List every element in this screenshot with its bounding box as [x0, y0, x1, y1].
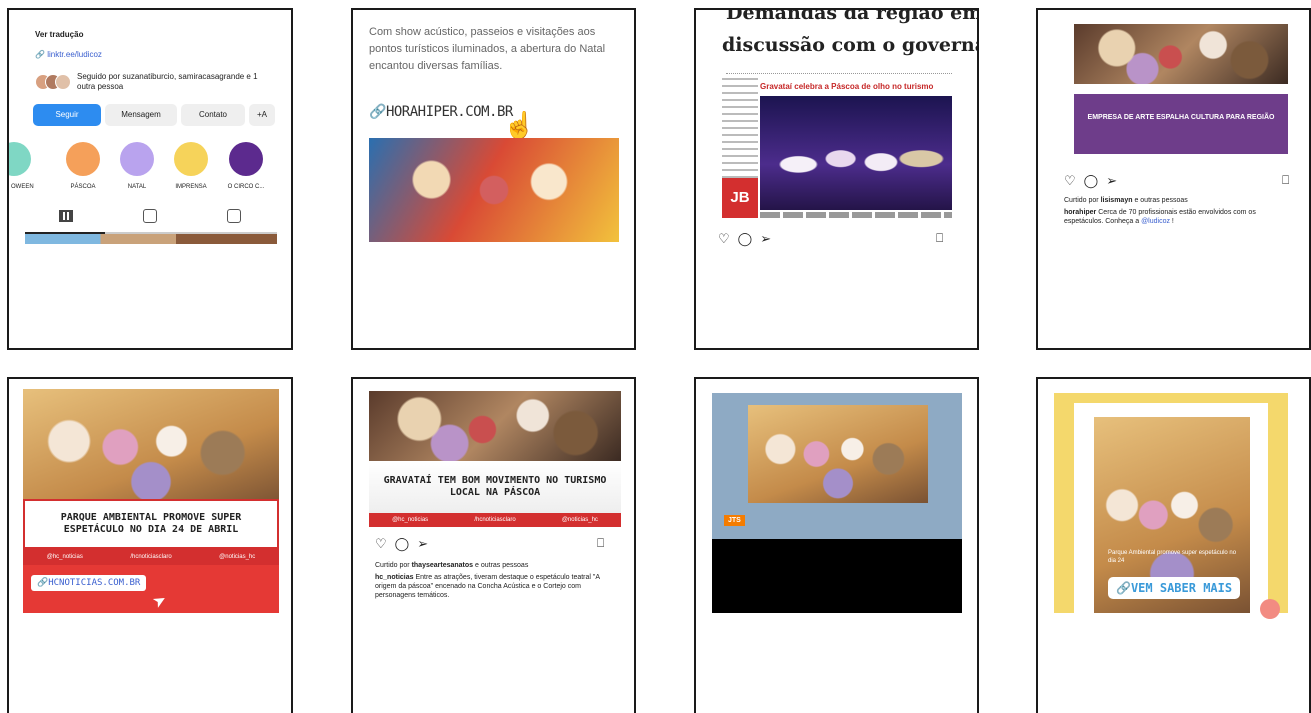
- action-bar: ♡ ◯ ➢: [375, 535, 436, 553]
- post-text: Com show acústico, passeios e visitações…: [369, 26, 606, 72]
- bookmark-icon[interactable]: ⎕: [1282, 173, 1289, 188]
- suggest-user-button[interactable]: +A: [249, 104, 275, 126]
- social-facebook[interactable]: /hcnoticiasclaro: [474, 517, 515, 523]
- link-icon: 🔗: [1116, 581, 1131, 595]
- comment-icon[interactable]: ◯: [395, 536, 410, 552]
- newspaper-headline: discussão com o governador: [722, 34, 977, 56]
- video-photo: [748, 405, 928, 503]
- post-caption: horahiper Cerca de 70 profissionais estã…: [1064, 209, 1256, 225]
- video-post-panel: JTS: [694, 377, 979, 713]
- pointer-hand-icon: ☝: [503, 110, 536, 140]
- vem-saber-mais-link-sticker[interactable]: 🔗VEM SABER MAIS: [1108, 577, 1241, 599]
- story-highlight-pascoa[interactable]: PÁSCOA: [63, 142, 103, 192]
- cast-photo: [369, 391, 621, 461]
- tagged-icon[interactable]: [227, 209, 241, 223]
- bio-link[interactable]: 🔗 linktr.ee/ludicoz: [35, 50, 102, 60]
- headline-box: PARQUE AMBIENTAL PROMOVE SUPER ESPETÁCUL…: [23, 499, 279, 549]
- bookmark-icon[interactable]: ⎕: [597, 536, 604, 551]
- arte-cultura-post-panel: EMPRESA DE ARTE ESPALHA CULTURA PARA REG…: [1036, 8, 1311, 350]
- story-highlight-circo[interactable]: O CIRCO C...: [223, 142, 269, 192]
- hcnoticias-link-sticker[interactable]: 🔗HCNOTICIAS.COM.BR: [31, 575, 147, 591]
- story-highlight-imprensa[interactable]: IMPRENSA: [169, 142, 213, 192]
- message-button[interactable]: Mensagem: [105, 104, 177, 126]
- comment-icon[interactable]: ◯: [1084, 173, 1099, 189]
- story-sticker-circle: [1260, 599, 1280, 619]
- action-bar: ♡ ◯ ➢: [718, 230, 779, 248]
- headline-box: GRAVATAÍ TEM BOM MOVIMENTO NO TURISMO LO…: [369, 461, 621, 513]
- caption-line: [760, 212, 952, 218]
- grid-icon[interactable]: [59, 210, 73, 222]
- channel-badge: JTS: [724, 515, 745, 526]
- heart-icon[interactable]: ♡: [375, 536, 387, 552]
- newspaper-panel: Demandas da região em discussão com o go…: [694, 8, 979, 350]
- social-twitter[interactable]: @noticias_hc: [219, 554, 255, 560]
- story-panel: Parque Ambiental promove super espetácul…: [1036, 377, 1311, 713]
- costume-photo: [1074, 24, 1288, 84]
- horahiper-link[interactable]: 🔗HORAHIPER.COM.BR: [369, 104, 513, 120]
- jb-logo: JB: [722, 178, 758, 218]
- action-bar: ♡ ◯ ➢: [1064, 172, 1125, 190]
- grid-preview-strip: [25, 234, 277, 244]
- share-icon[interactable]: ➢: [417, 536, 428, 552]
- heart-icon[interactable]: ♡: [718, 231, 730, 247]
- horahiper-post-panel: Com show acústico, passeios e visitações…: [351, 8, 636, 350]
- post-caption: hc_noticias Entre as atrações, tiveram d…: [375, 574, 600, 599]
- follower-avatars: [35, 72, 73, 92]
- event-photo: [369, 138, 619, 242]
- purple-banner: EMPRESA DE ARTE ESPALHA CULTURA PARA REG…: [1074, 94, 1288, 154]
- liked-by-text: Curtido por thayseartesanatos e outras p…: [375, 562, 529, 569]
- headline-divider: [726, 70, 952, 74]
- story-caption: Parque Ambiental promove super espetácul…: [1108, 550, 1237, 564]
- liked-by-text: Curtido por lisismayn e outras pessoas: [1064, 197, 1188, 204]
- hc-noticias-post-panel: PARQUE AMBIENTAL PROMOVE SUPER ESPETÁCUL…: [7, 377, 293, 713]
- bookmark-icon[interactable]: ⎕: [936, 231, 943, 246]
- headline-top: Demandas da região em: [726, 8, 979, 24]
- profile-screenshot-panel: Ver tradução 🔗 linktr.ee/ludicoz Seguido…: [7, 8, 293, 350]
- video-black-area: [712, 539, 962, 613]
- see-translation-link[interactable]: Ver tradução: [35, 30, 83, 40]
- link-icon: 🔗: [369, 104, 386, 120]
- subheadline: Gravataí celebra a Páscoa de olho no tur…: [760, 82, 934, 91]
- story-highlight-halloween[interactable]: OWEEN: [9, 142, 34, 192]
- social-twitter[interactable]: @noticias_hc: [562, 517, 598, 523]
- social-bar: @hc_noticias /hcnoticiasclaro @noticias_…: [23, 549, 279, 565]
- followed-by-text: Seguido por suzanatiburcio, samiracasagr…: [77, 72, 258, 91]
- reels-icon[interactable]: [143, 209, 157, 223]
- comment-icon[interactable]: ◯: [738, 231, 753, 247]
- gravatai-post-panel: GRAVATAÍ TEM BOM MOVIMENTO NO TURISMO LO…: [351, 377, 636, 713]
- cast-photo: [23, 389, 279, 505]
- stage-photo: [760, 96, 952, 210]
- link-icon: 🔗: [35, 50, 45, 59]
- social-instagram[interactable]: @hc_noticias: [392, 517, 428, 523]
- social-instagram[interactable]: @hc_noticias: [47, 554, 83, 560]
- story-highlight-natal[interactable]: NATAL: [117, 142, 157, 192]
- social-bar: @hc_noticias /hcnoticiasclaro @noticias_…: [369, 513, 621, 527]
- share-icon[interactable]: ➢: [760, 231, 771, 247]
- contact-button[interactable]: Contato: [181, 104, 245, 126]
- heart-icon[interactable]: ♡: [1064, 173, 1076, 189]
- social-facebook[interactable]: /hcnoticiasclaro: [130, 554, 171, 560]
- side-column: [722, 78, 758, 188]
- follow-button[interactable]: Seguir: [33, 104, 101, 126]
- share-icon[interactable]: ➢: [1106, 173, 1117, 189]
- link-icon: 🔗: [37, 578, 49, 588]
